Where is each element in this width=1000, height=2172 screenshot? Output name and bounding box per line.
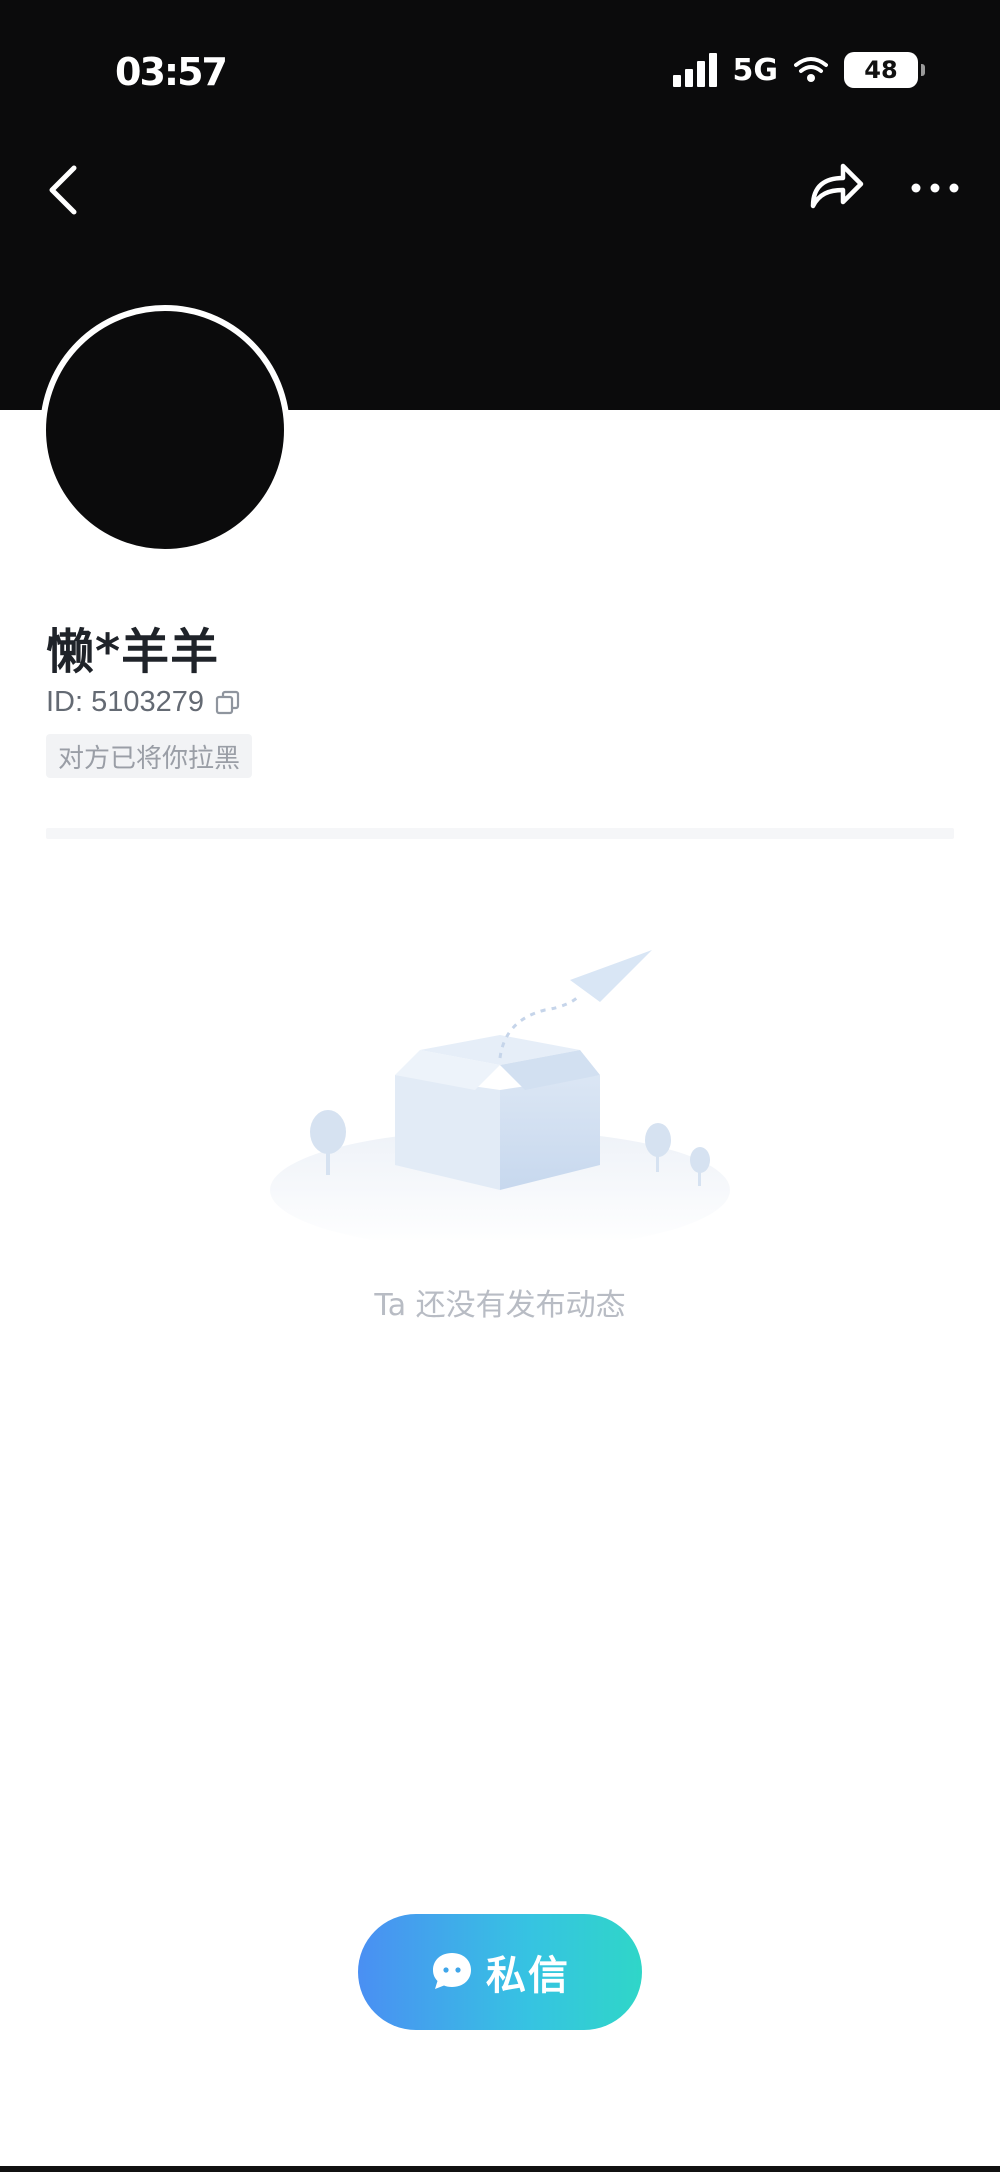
wifi-icon bbox=[794, 57, 828, 82]
bottom-edge bbox=[0, 2166, 1000, 2172]
battery-icon: 48 bbox=[844, 52, 925, 88]
chevron-left-icon[interactable] bbox=[40, 160, 90, 220]
chat-bubble-icon bbox=[433, 1953, 471, 1989]
private-message-button[interactable]: 私信 bbox=[358, 1914, 642, 2030]
profile-id-row: ID: 5103279 bbox=[46, 686, 242, 719]
section-divider bbox=[46, 828, 954, 839]
profile-id: ID: 5103279 bbox=[46, 686, 205, 718]
blocked-notice-badge: 对方已将你拉黑 bbox=[46, 734, 253, 778]
battery-level: 48 bbox=[864, 56, 898, 84]
profile-nickname: 懒*羊羊 bbox=[46, 624, 220, 680]
status-icons: 5G 48 bbox=[672, 52, 925, 88]
more-dots-icon[interactable] bbox=[910, 170, 960, 206]
share-arrow-icon[interactable] bbox=[805, 160, 865, 216]
network-label: 5G bbox=[732, 52, 779, 88]
private-message-label: 私信 bbox=[486, 1953, 570, 1999]
empty-box-paper-plane-illustration bbox=[270, 950, 730, 1240]
status-bar: 03:57 5G 48 bbox=[0, 0, 1000, 150]
copy-icon[interactable] bbox=[214, 689, 242, 717]
avatar[interactable] bbox=[40, 305, 290, 555]
signal-bars-icon bbox=[672, 53, 717, 87]
status-time: 03:57 bbox=[115, 50, 228, 94]
empty-feed-text: Ta 还没有发布动态 bbox=[374, 1288, 626, 1323]
